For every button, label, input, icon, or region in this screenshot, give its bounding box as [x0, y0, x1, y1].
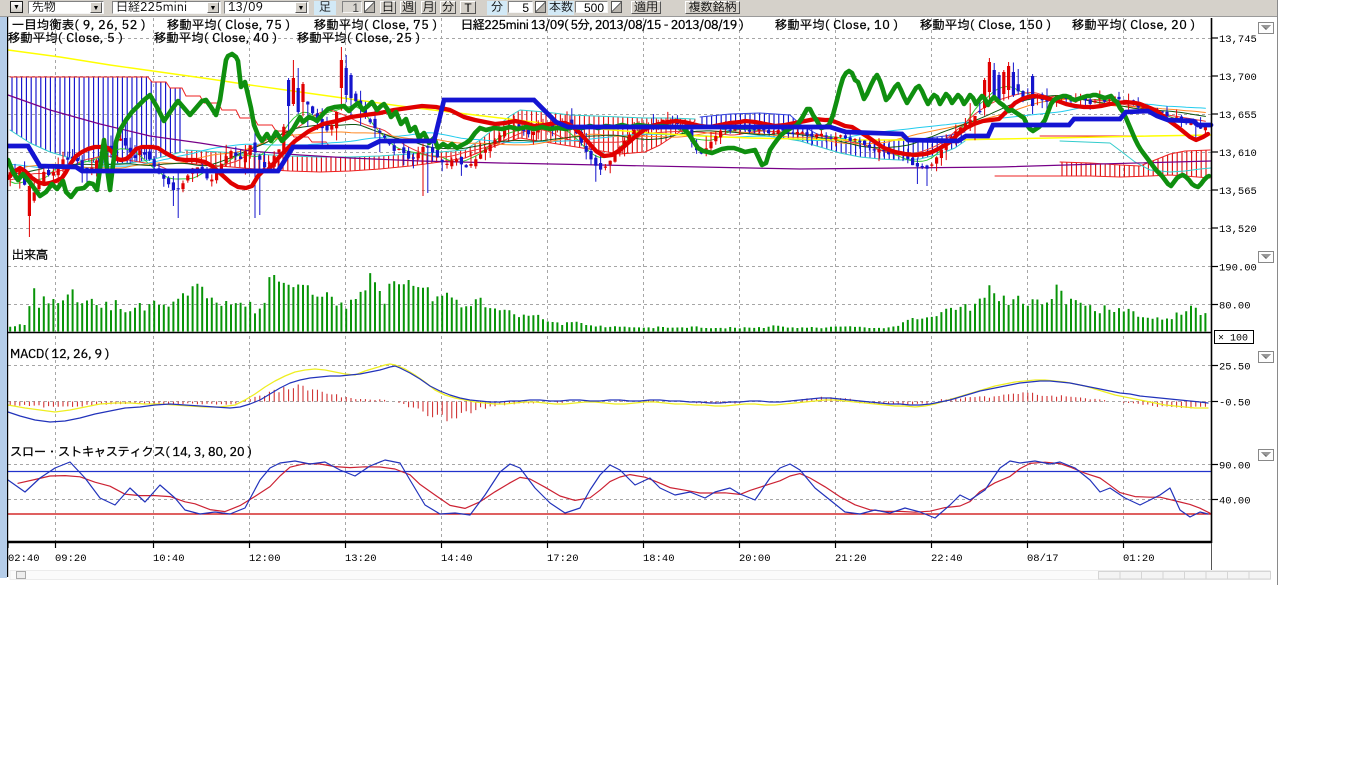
svg-text:40.00: 40.00 [1219, 495, 1251, 507]
svg-text:10:40: 10:40 [153, 553, 185, 565]
svg-text:08/17: 08/17 [1027, 553, 1059, 565]
svg-text:13,745: 13,745 [1219, 34, 1257, 46]
svg-text:17:20: 17:20 [547, 553, 579, 565]
svg-text:× 100: × 100 [1218, 334, 1248, 345]
svg-text:01:20: 01:20 [1123, 553, 1155, 565]
svg-text:13,565: 13,565 [1219, 186, 1257, 198]
svg-text:80.00: 80.00 [1219, 300, 1251, 312]
svg-text:02:40: 02:40 [8, 553, 40, 565]
svg-text:13,520: 13,520 [1219, 224, 1257, 236]
svg-text:09:20: 09:20 [55, 553, 87, 565]
svg-text:20:00: 20:00 [739, 553, 771, 565]
svg-text:90.00: 90.00 [1219, 460, 1251, 472]
svg-text:190.00: 190.00 [1219, 262, 1257, 274]
svg-text:25.50: 25.50 [1219, 361, 1251, 373]
svg-text:13,610: 13,610 [1219, 148, 1257, 160]
svg-text:14:40: 14:40 [441, 553, 473, 565]
svg-text:-0.50: -0.50 [1219, 397, 1251, 409]
svg-text:13:20: 13:20 [345, 553, 377, 565]
svg-text:22:40: 22:40 [931, 553, 963, 565]
svg-text:13,655: 13,655 [1219, 110, 1257, 122]
svg-text:13,700: 13,700 [1219, 72, 1257, 84]
svg-text:21:20: 21:20 [835, 553, 867, 565]
svg-text:12:00: 12:00 [249, 553, 281, 565]
svg-text:18:40: 18:40 [643, 553, 675, 565]
